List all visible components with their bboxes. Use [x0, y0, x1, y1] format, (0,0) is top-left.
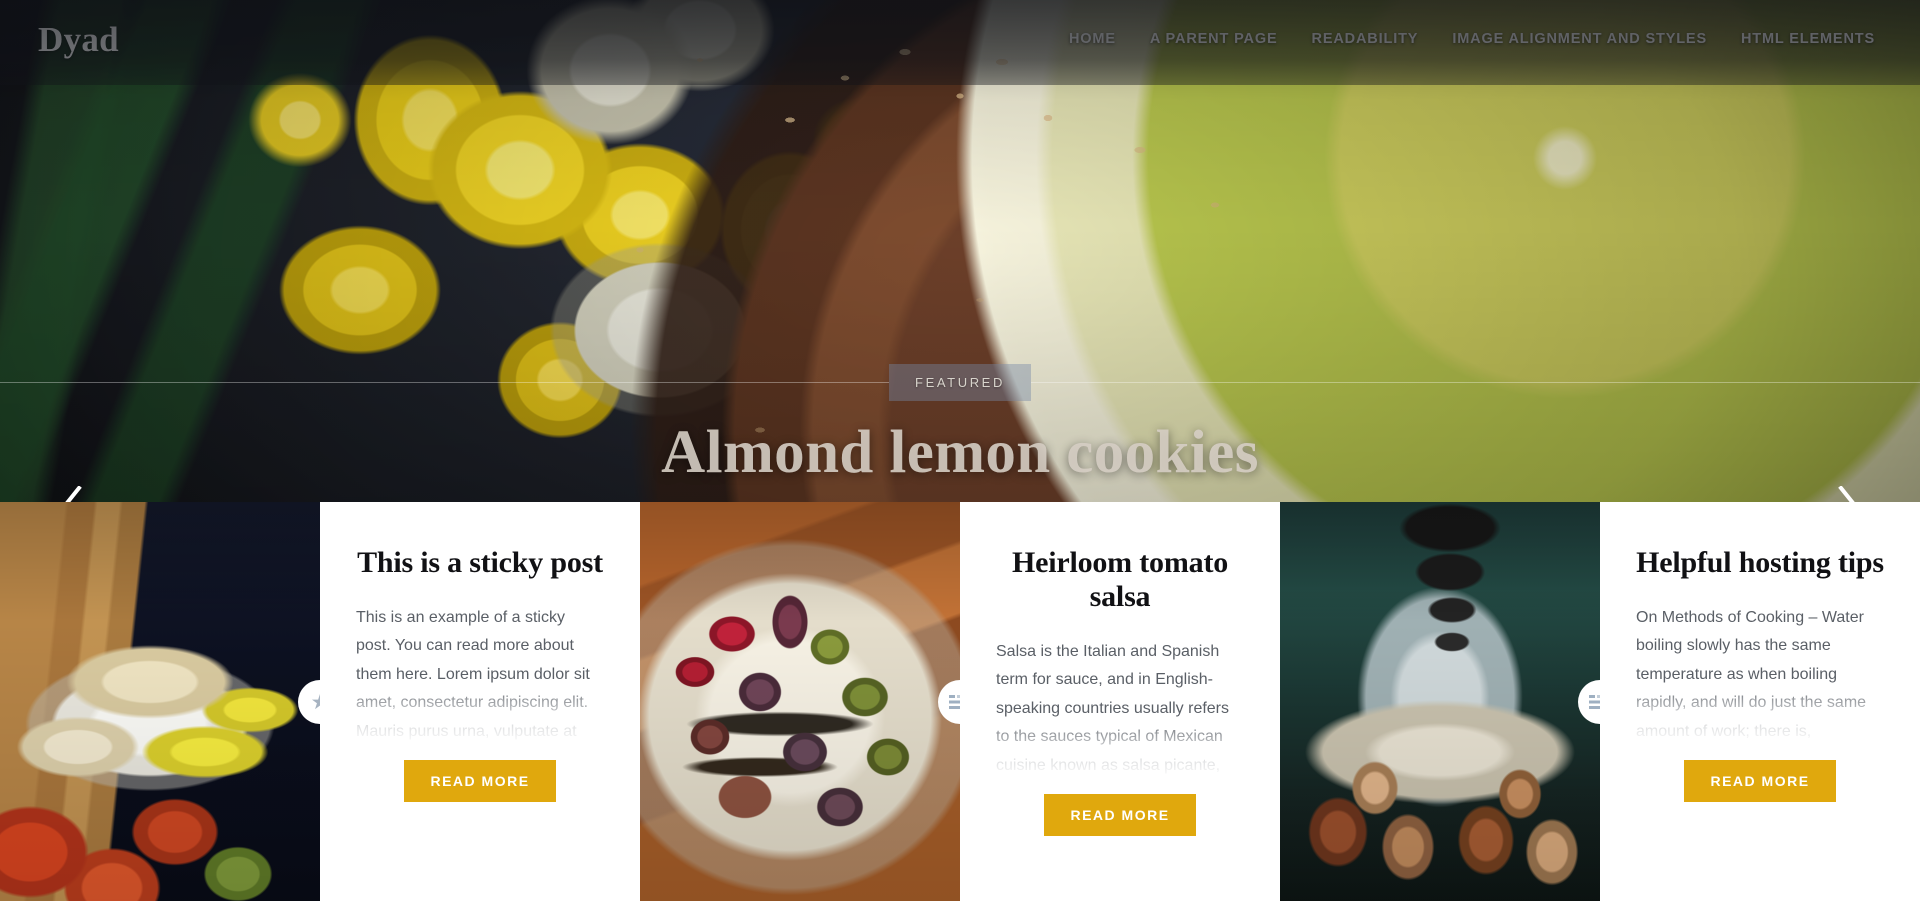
post-title-2[interactable]: Heirloom tomato salsa — [996, 546, 1244, 614]
slider-prev-button[interactable] — [50, 473, 96, 502]
read-more-button-2[interactable]: READ MORE — [1044, 793, 1196, 836]
post-thumbnail-1[interactable]: ★ — [0, 502, 320, 901]
post-card-1: This is a sticky post This is an example… — [320, 502, 640, 901]
thumbnail-shade-1 — [0, 502, 320, 901]
read-more-button-1[interactable]: READ MORE — [404, 759, 556, 802]
thumbnail-shade-3 — [1280, 502, 1600, 901]
post-title-3[interactable]: Helpful hosting tips — [1636, 546, 1884, 580]
list-icon — [949, 695, 960, 709]
site-header — [0, 0, 1920, 85]
thumbnail-shade-2 — [640, 502, 960, 901]
chevron-left-icon — [65, 486, 82, 502]
post-title-1[interactable]: This is a sticky post — [357, 546, 603, 580]
list-icon — [1589, 695, 1600, 709]
post-excerpt-3: On Methods of Cooking – Water boiling sl… — [1636, 608, 1880, 754]
featured-rule-left — [0, 381, 890, 383]
chevron-right-icon — [1838, 486, 1855, 502]
post-excerpt-wrap-3: On Methods of Cooking – Water boiling sl… — [1636, 604, 1884, 754]
post-excerpt-1: This is an example of a sticky post. You… — [356, 608, 590, 754]
star-icon: ★ — [310, 690, 320, 714]
post-excerpt-wrap-1: This is an example of a sticky post. You… — [356, 604, 604, 754]
post-excerpt-2: Salsa is the Italian and Spanish term fo… — [996, 642, 1230, 788]
post-thumbnail-3[interactable] — [1280, 502, 1600, 901]
featured-badge: FEATURED — [889, 363, 1031, 401]
post-excerpt-wrap-2: Salsa is the Italian and Spanish term fo… — [996, 638, 1244, 788]
post-card-strip: ★ This is a sticky post This is an examp… — [0, 502, 1920, 901]
slider-next-button[interactable] — [1824, 473, 1870, 502]
hero-title[interactable]: Almond lemon cookies — [0, 418, 1920, 488]
post-card-3: Helpful hosting tips On Methods of Cooki… — [1600, 502, 1920, 901]
post-thumbnail-2[interactable] — [640, 502, 960, 901]
read-more-button-3[interactable]: READ MORE — [1684, 759, 1836, 802]
featured-rule-right — [1030, 381, 1920, 383]
post-card-2: Heirloom tomato salsa Salsa is the Itali… — [960, 502, 1280, 901]
featured-row: FEATURED — [0, 361, 1920, 403]
hero-slider: Dyad HOME A PARENT PAGE READABILITY IMAG… — [0, 0, 1920, 502]
